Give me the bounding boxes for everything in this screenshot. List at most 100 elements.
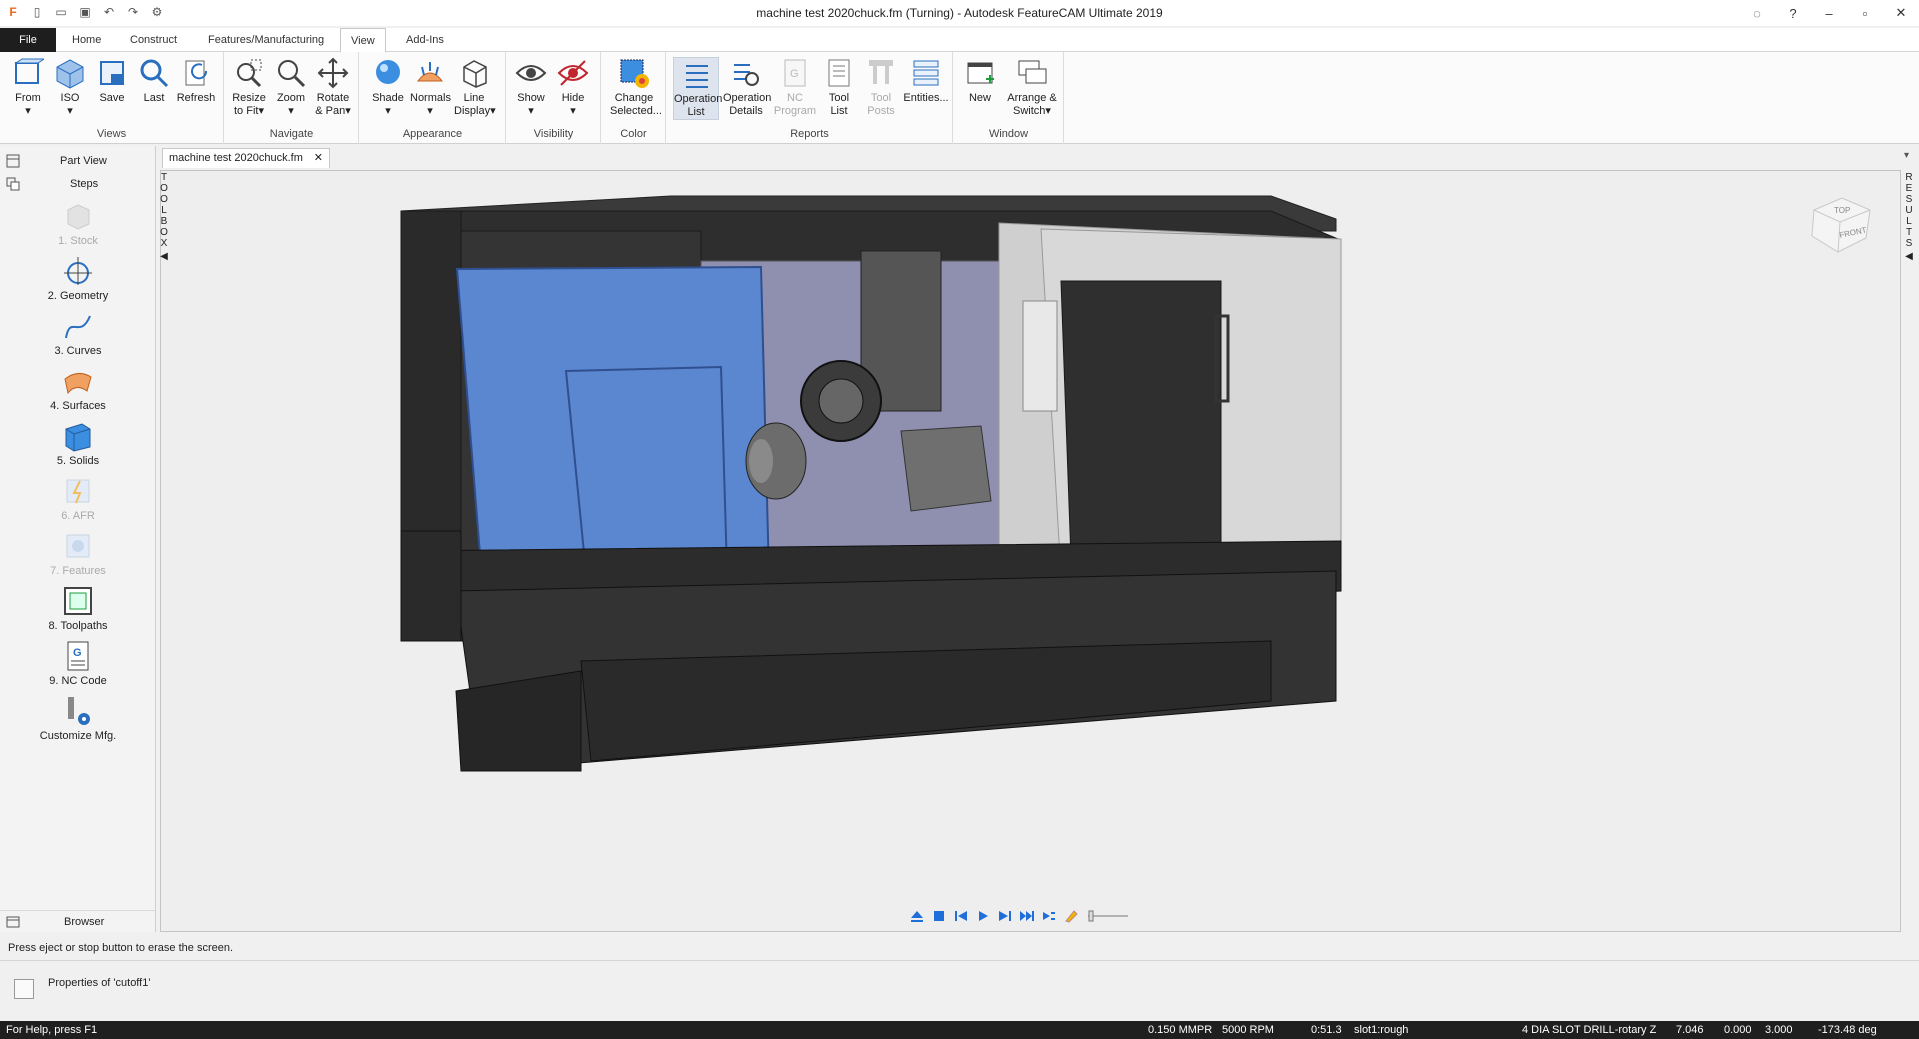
last-view-button[interactable]: Last xyxy=(134,57,174,105)
graphics-viewport[interactable] xyxy=(160,170,1901,932)
play-icon[interactable] xyxy=(976,909,990,923)
browser-label: Browser xyxy=(64,916,105,928)
zoom-icon xyxy=(278,60,306,88)
hide-button[interactable]: Hide ▾ xyxy=(553,57,593,118)
properties-label: Properties of 'cutoff1' xyxy=(48,977,151,989)
step-forward-icon[interactable] xyxy=(998,909,1012,923)
refresh-button[interactable]: Refresh xyxy=(176,57,216,105)
resize-to-fit-button[interactable]: Resize to Fit▾ xyxy=(229,57,269,118)
simulation-options-icon[interactable] xyxy=(1042,909,1056,923)
steps-row[interactable]: Steps xyxy=(0,173,156,195)
iso-cube-icon xyxy=(56,59,84,89)
tab-view[interactable]: View xyxy=(340,28,386,53)
new-window-icon xyxy=(967,62,994,84)
steps-panel: Part View Steps 1. Stock 2. Geometry 3. … xyxy=(0,146,156,932)
color-group: Change Selected... Color xyxy=(602,52,666,144)
restore-button[interactable]: ▫ xyxy=(1847,0,1883,26)
toolbox-panel-tab[interactable]: TOOLBOX ◀ xyxy=(158,170,170,280)
nc-program-icon: G xyxy=(784,59,806,87)
view-cube-graphic[interactable]: TOP FRONT xyxy=(1804,190,1878,264)
tool-posts-button[interactable]: Tool Posts xyxy=(861,57,901,118)
simulation-speed-slider[interactable] xyxy=(1086,909,1130,923)
iso-button[interactable]: ISO ▾ xyxy=(50,57,90,118)
step-afr[interactable]: 6. AFR xyxy=(0,475,156,522)
stop-icon[interactable] xyxy=(932,909,946,923)
status-y: 0.000 xyxy=(1724,1024,1752,1036)
line-display-button[interactable]: Line Display▾ xyxy=(454,57,496,118)
entities-button[interactable]: Entities... xyxy=(903,57,949,105)
step-stock[interactable]: 1. Stock xyxy=(0,200,156,247)
step-geometry[interactable]: 2. Geometry xyxy=(0,255,156,302)
tab-home[interactable]: Home xyxy=(62,28,111,52)
machine-model-view[interactable] xyxy=(161,171,1902,933)
status-z: 3.000 xyxy=(1765,1024,1793,1036)
features-icon xyxy=(66,534,90,558)
properties-icon[interactable] xyxy=(14,979,34,999)
arrange-switch-button[interactable]: Arrange & Switch▾ xyxy=(1006,57,1058,118)
step-solids[interactable]: 5. Solids xyxy=(0,420,156,467)
simulation-playbar xyxy=(910,906,1170,926)
tool-list-icon xyxy=(828,59,850,87)
operation-list-button[interactable]: Operation List xyxy=(673,57,722,120)
step-curves[interactable]: 3. Curves xyxy=(0,310,156,357)
refresh-icon xyxy=(185,60,208,86)
step-nc-code[interactable]: G 9. NC Code xyxy=(0,640,156,687)
tab-file[interactable]: File xyxy=(0,28,56,52)
close-button[interactable]: ✕ xyxy=(1883,0,1919,26)
navigate-group: Resize to Fit▾ Zoom ▾ Rotate & Pan▾ Navigat… xyxy=(225,52,359,144)
normals-button[interactable]: Normals ▾ xyxy=(410,57,451,118)
toolbox-collapse-icon[interactable]: ◀ xyxy=(158,251,170,262)
shade-button[interactable]: Shade ▾ xyxy=(368,57,408,118)
save-view-button[interactable]: Save xyxy=(92,57,132,105)
resize-to-fit-icon xyxy=(237,59,262,88)
operation-details-icon xyxy=(734,64,759,86)
navigate-group-label: Navigate xyxy=(269,128,314,140)
view-cube-top-label: TOP xyxy=(1834,206,1850,215)
step-toolpaths[interactable]: 8. Toolpaths xyxy=(0,585,156,632)
tab-construct[interactable]: Construct xyxy=(120,28,187,52)
change-selected-color-button[interactable]: Change Selected... xyxy=(610,57,662,118)
zoom-button[interactable]: Zoom ▾ xyxy=(271,57,311,118)
rotate-pan-icon xyxy=(317,57,349,89)
results-collapse-icon[interactable]: ◀ xyxy=(1903,251,1915,262)
properties-bar: Properties of 'cutoff1' xyxy=(0,960,1919,1022)
new-window-button[interactable]: New xyxy=(960,57,1000,105)
message-line: Press eject or stop button to erase the … xyxy=(8,942,234,954)
nc-program-button[interactable]: G NC Program xyxy=(773,57,817,118)
step-surfaces[interactable]: 4. Surfaces xyxy=(0,365,156,412)
window-group: New Arrange & Switch▾ Window xyxy=(954,52,1064,144)
step-customize-mfg[interactable]: Customize Mfg. xyxy=(0,695,156,742)
minimize-button[interactable]: – xyxy=(1811,0,1847,26)
document-tab[interactable]: machine test 2020chuck.fm ✕ xyxy=(162,148,330,168)
tab-features-manufacturing[interactable]: Features/Manufacturing xyxy=(198,28,334,52)
results-panel-tab[interactable]: RESULTS ◀ xyxy=(1903,170,1915,280)
tab-add-ins[interactable]: Add-Ins xyxy=(396,28,454,52)
part-view-row[interactable]: Part View xyxy=(0,150,156,172)
browser-row[interactable]: Browser xyxy=(0,910,156,932)
rewind-icon[interactable] xyxy=(954,909,968,923)
stock-icon xyxy=(67,204,90,230)
eject-icon[interactable] xyxy=(910,909,924,923)
reports-group-label: Reports xyxy=(790,128,829,140)
view-from-icon xyxy=(14,58,44,84)
rotate-pan-button[interactable]: Rotate & Pan▾ xyxy=(313,57,353,118)
browser-icon xyxy=(6,916,20,928)
operation-details-button[interactable]: Operation Details xyxy=(723,57,771,118)
status-feed: 0.150 MMPR xyxy=(1148,1024,1213,1036)
view-cube[interactable]: TOP FRONT xyxy=(1804,190,1878,264)
tab-list-dropdown-icon[interactable]: ▾ xyxy=(1904,150,1909,161)
show-button[interactable]: Show ▾ xyxy=(511,57,551,118)
status-bar: For Help, press F1 0.150 MMPR 5000 RPM 0… xyxy=(0,1021,1919,1039)
status-operation: slot1:rough xyxy=(1354,1024,1409,1036)
normals-icon xyxy=(416,62,444,82)
from-button[interactable]: From ▾ xyxy=(8,57,48,118)
help-community-icon[interactable]: ◌ xyxy=(1739,0,1775,26)
results-label: RESULTS xyxy=(1905,172,1913,249)
close-tab-icon[interactable]: ✕ xyxy=(314,149,323,168)
tool-list-button[interactable]: Tool List xyxy=(819,57,859,118)
help-icon[interactable]: ? xyxy=(1775,0,1811,26)
erase-icon[interactable] xyxy=(1064,909,1078,923)
fast-forward-icon[interactable] xyxy=(1020,909,1034,923)
operation-list-icon xyxy=(686,65,708,88)
step-features[interactable]: 7. Features xyxy=(0,530,156,577)
